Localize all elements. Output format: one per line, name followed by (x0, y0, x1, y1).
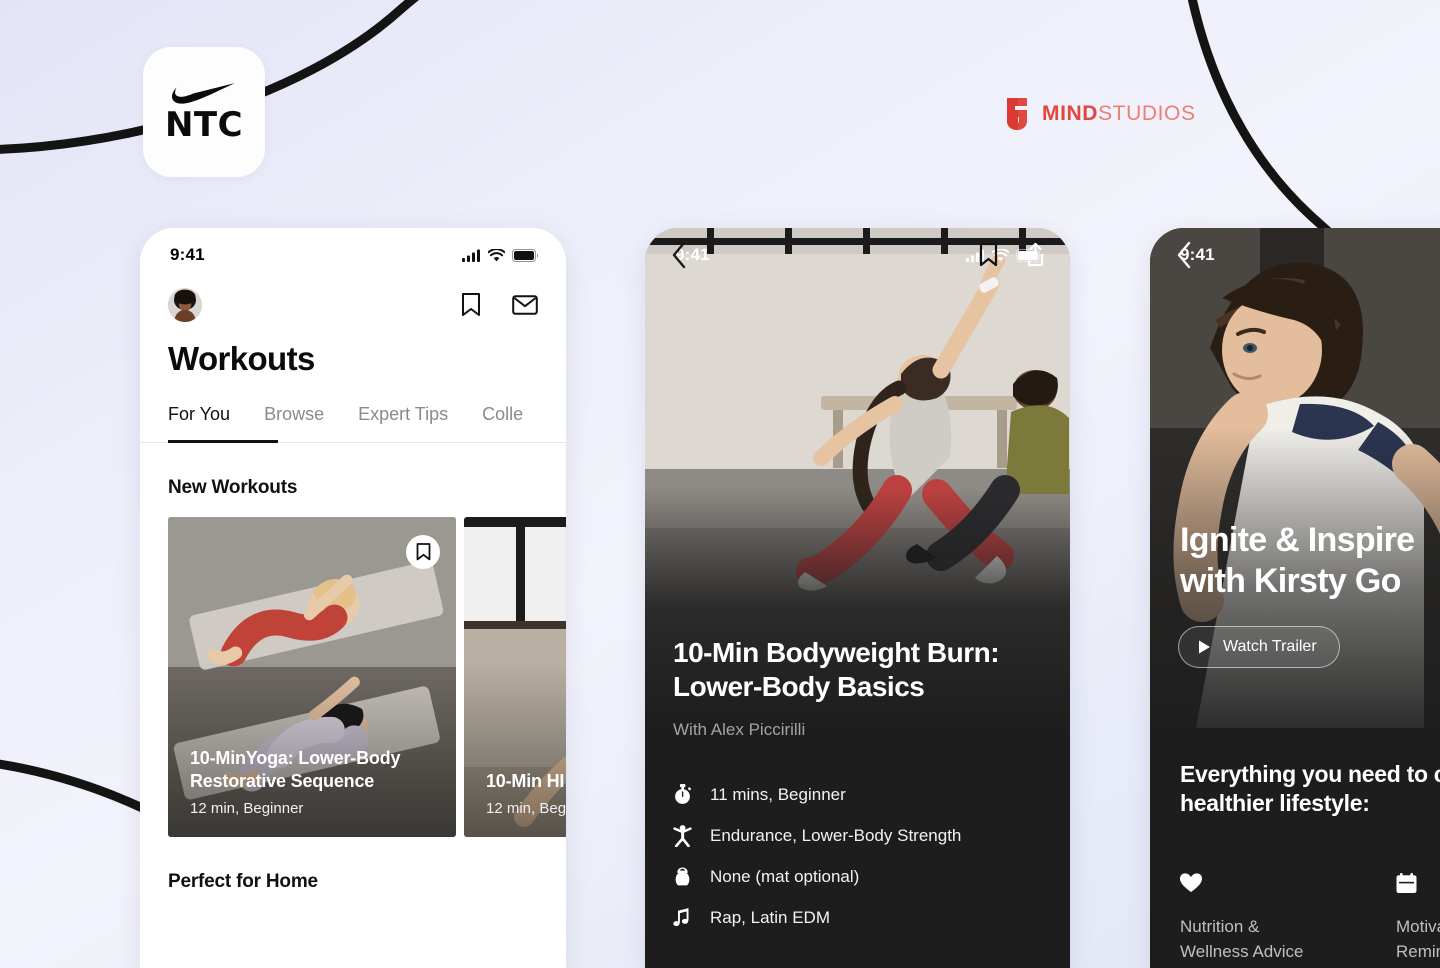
avatar[interactable] (168, 288, 202, 322)
kettlebell-icon (675, 867, 690, 886)
section-heading-new-workouts: New Workouts (168, 477, 298, 498)
detail-text: None (mat optional) (710, 866, 860, 886)
battery-icon (512, 248, 538, 262)
detail-row-focus: Endurance, Lower-Body Strength (673, 815, 1042, 856)
program-heading-line2: healthier lifestyle: (1180, 790, 1370, 817)
phone-screen-workouts-list: 9:41 Workouts For You Browse Expert Tips… (140, 228, 566, 968)
feature-label-line1: Nutrition & (1180, 916, 1260, 936)
workouts-top-bar (140, 282, 566, 326)
program-feature-list: Nutrition & Wellness Advice Motiv Remi (1180, 872, 1440, 964)
workout-trainer: With Alex Piccirilli (673, 720, 806, 740)
watch-trailer-label: Watch Trailer (1223, 638, 1317, 655)
screenshot-canvas: NTC MINDSTUDIOS 9:41 Workouts For You Br… (0, 0, 1440, 968)
mindstudios-mark-icon (1007, 98, 1027, 130)
feature-label: Nutrition & Wellness Advice (1180, 915, 1330, 964)
workout-details-list: 11 mins, Beginner Endurance, Lower-Body … (673, 774, 1042, 938)
avatar-photo (168, 288, 202, 322)
section-heading-perfect-for-home: Perfect for Home (168, 871, 318, 892)
chevron-left-icon[interactable] (671, 241, 688, 269)
share-icon[interactable] (1025, 242, 1046, 268)
feature-label-line1: Motiva (1396, 916, 1440, 936)
card-title: 10-Min HI (486, 770, 565, 791)
card-text: 10-Min HI 12 min, Beg (486, 770, 566, 817)
program-heading: Everything you need to c healthier lifes… (1180, 760, 1440, 819)
workout-card[interactable]: 10-Min HI 12 min, Beg (464, 517, 566, 837)
program-title-line2: with Kirsty Go (1180, 562, 1401, 601)
detail-row-equipment: None (mat optional) (673, 856, 1042, 897)
nike-swoosh-icon (172, 83, 235, 104)
program-title-line1: Ignite & Inspire (1180, 521, 1415, 560)
mindstudios-light-part: STUDIOS (1098, 102, 1196, 125)
feature-label-line2: Wellness Advice (1180, 941, 1304, 961)
calendar-icon (1396, 872, 1417, 893)
mindstudios-bold-part: MIND (1042, 102, 1099, 125)
feature-label: Motiva Remin (1396, 915, 1440, 964)
feature-icon-wrap (1180, 873, 1330, 895)
program-nav-bar (1150, 228, 1440, 282)
workout-card[interactable]: 10-MinYoga: Lower-Body Restorative Seque… (168, 517, 456, 837)
feature-nutrition: Nutrition & Wellness Advice (1180, 873, 1330, 964)
app-icon-nike-ntc[interactable]: NTC (143, 47, 265, 177)
chevron-left-icon[interactable] (1176, 241, 1193, 269)
tab-active-indicator (168, 440, 278, 443)
feature-label-line2: Remin (1396, 941, 1440, 961)
tab-expert-tips[interactable]: Expert Tips (358, 404, 448, 443)
status-indicators (462, 248, 538, 262)
mindstudios-wordmark: MINDSTUDIOS (1042, 102, 1196, 126)
status-time: 9:41 (170, 245, 205, 264)
workouts-tabs: For You Browse Expert Tips Colle (140, 378, 566, 443)
detail-text: 11 mins, Beginner (710, 784, 846, 804)
bookmark-icon[interactable] (460, 292, 482, 318)
card-text: 10-MinYoga: Lower-Body Restorative Seque… (190, 747, 438, 817)
play-icon (1199, 640, 1210, 654)
app-icon-label: NTC (164, 105, 244, 145)
phone-screen-workout-detail: 9:41 10-Min Bodyweight Burn: Lower-Body … (645, 228, 1070, 968)
page-title: Workouts (168, 340, 315, 377)
feature-motivational-reminders: Motiva Remin (1396, 872, 1440, 964)
detail-nav-actions (978, 242, 1046, 268)
runner-icon (673, 824, 692, 847)
envelope-icon[interactable] (512, 294, 538, 316)
card-meta: 12 min, Beg (486, 800, 566, 817)
mindstudios-logo: MINDSTUDIOS (1004, 97, 1196, 131)
stopwatch-icon (675, 784, 692, 805)
detail-row-music: Rap, Latin EDM (673, 897, 1042, 938)
music-note-icon (673, 908, 689, 927)
wifi-icon (488, 248, 505, 261)
detail-nav-bar (645, 228, 1070, 282)
heart-icon (1180, 873, 1202, 892)
tab-collections[interactable]: Colle (482, 404, 523, 443)
workout-detail-body: 10-Min Bodyweight Burn: Lower-Body Basic… (645, 636, 1070, 939)
detail-text: Rap, Latin EDM (710, 907, 830, 927)
card-meta: 12 min, Beginner (190, 800, 304, 817)
watch-trailer-button[interactable]: Watch Trailer (1178, 626, 1340, 668)
phone-screen-program-detail: 9:41 Ignite & Inspire with Kirsty Go Wat… (1150, 228, 1440, 968)
workout-title: 10-Min Bodyweight Burn: Lower-Body Basic… (673, 637, 1000, 703)
program-hero: 9:41 Ignite & Inspire with Kirsty Go Wat… (1150, 228, 1440, 728)
workouts-actions (460, 292, 538, 318)
card-title: 10-MinYoga: Lower-Body Restorative Seque… (190, 747, 401, 791)
signal-icon (462, 249, 480, 262)
program-title: Ignite & Inspire with Kirsty Go (1180, 520, 1440, 602)
feature-icon-wrap (1396, 872, 1440, 895)
tab-browse[interactable]: Browse (264, 404, 324, 443)
detail-text: Endurance, Lower-Body Strength (710, 825, 962, 845)
status-bar: 9:41 (140, 228, 566, 282)
tab-for-you[interactable]: For You (168, 404, 230, 443)
program-heading-line1: Everything you need to c (1180, 761, 1440, 787)
program-body: Everything you need to c healthier lifes… (1150, 728, 1440, 965)
workout-card-carousel[interactable]: 10-MinYoga: Lower-Body Restorative Seque… (140, 499, 566, 837)
detail-row-duration: 11 mins, Beginner (673, 774, 1042, 815)
bookmark-icon[interactable] (978, 242, 999, 268)
card-bookmark-button[interactable] (406, 535, 440, 569)
bookmark-icon (416, 543, 430, 561)
